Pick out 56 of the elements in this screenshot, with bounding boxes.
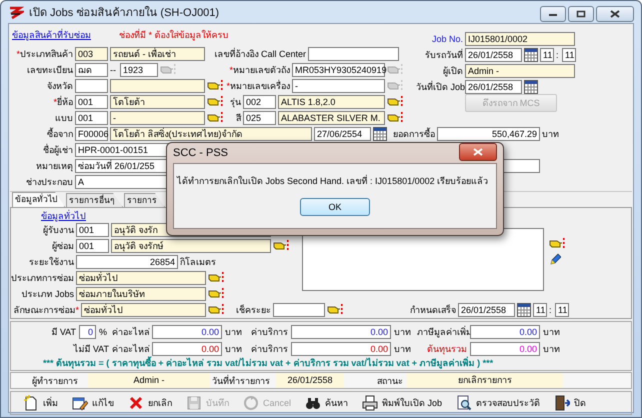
field-label: Job No. [430, 33, 463, 45]
status-value: 26/01/2558 [276, 373, 344, 388]
field-label: หมายเหตุ [35, 160, 73, 172]
field-label: *ประเภทสินค้า [15, 48, 73, 60]
unit-text: บาท [542, 128, 559, 141]
required-note: ช่องที่มี * ต้องใส่ข้อมูลให้ครบ [119, 28, 229, 42]
field-label: ผู้ซ่อม [51, 240, 74, 252]
field-label: ผู้เปิด [442, 65, 463, 77]
field-label: สี [235, 112, 241, 124]
field-label: กำหนดเสร็จ [409, 304, 456, 316]
field-label: เลขที่อ้างอิง Call Center [213, 48, 306, 60]
field-label: ซื้อจาก [46, 128, 73, 140]
field-label: เช็คระยะ [235, 304, 271, 316]
field-label: มี VAT [50, 326, 76, 338]
field-label: ระยะใช้งาน [28, 256, 74, 268]
field-label: ช่างประกอบ [25, 176, 73, 188]
field-label: ลักษณะการซ่อม* [12, 304, 79, 316]
window-title: เปิด Jobs ซ่อมสินค้าภายใน (SH-OJ001) [29, 5, 220, 21]
cost-formula: *** ต้นทุนรวม = ( ราคาทุนซื้อ + ค่าอะไหล่ รวม vat/ไม่รวม vat + ค่าบริการ รวม vat/ไม่รวม vat + ภาษีมูลค่าเพิ่ม ) *** [42, 357, 494, 370]
field-label: เลขทะเบียน [26, 64, 73, 76]
unit-text: บาท [394, 326, 412, 338]
status-label: วันที่ทำรายการ [212, 374, 271, 388]
unit-text: บาท [225, 342, 243, 356]
unit-text: กิโลเมตร [180, 256, 216, 269]
field-label: ค่าอะไหล่ [112, 342, 149, 354]
unit-text: บาท [225, 326, 243, 338]
field-label: *หมายเลขตัวถัง [228, 64, 290, 76]
unit-text: -- [110, 65, 117, 75]
status-value: Admin - [88, 373, 210, 388]
field-label: แบบ [54, 112, 73, 124]
unit-text: บาท [543, 342, 560, 356]
field-label: วันที่เปิด Job [416, 81, 463, 93]
status-value: ยกเลิกรายการ [407, 373, 563, 388]
field-label: จังหวัด [46, 80, 73, 92]
field-label: *หมายเลขเครื่อง [225, 80, 290, 92]
unit-text: บาท [394, 342, 412, 356]
field-label: *ยี่ห้อ [52, 96, 73, 108]
unit-text: % [99, 326, 108, 336]
dialog-message: ได้ทำการยกเลิกใบเปิด Jobs Second Hand. เลขที่ : IJ015801/0002 เรียบร้อยแล้ว [176, 175, 490, 188]
field-label: รับรถวันที่ [424, 49, 463, 61]
field-label: ค่าอะไหล่ [112, 326, 149, 338]
field-label: ชื่อผู้เช่า [42, 144, 73, 156]
field-label: ค่าบริการ [250, 326, 288, 338]
field-label: ประเภทการซ่อม [11, 272, 74, 284]
field-label: ค่าบริการ [250, 342, 288, 354]
field-label: ผู้รับงาน [42, 224, 74, 236]
field-label: ยอดการซื้อ [392, 128, 435, 140]
unit-text: : [556, 50, 560, 60]
field-label: ต้นทุนรวม [426, 342, 467, 354]
unit-text: บาท [543, 326, 560, 338]
unit-text: : [549, 305, 553, 315]
field-label: ไม่มี VAT [72, 342, 109, 354]
field-label: รุ่น [229, 96, 241, 108]
field-label: ประเภท Jobs [20, 288, 74, 300]
status-label: สถานะ [377, 374, 404, 388]
status-label: ผู้ทำรายการ [32, 374, 79, 388]
